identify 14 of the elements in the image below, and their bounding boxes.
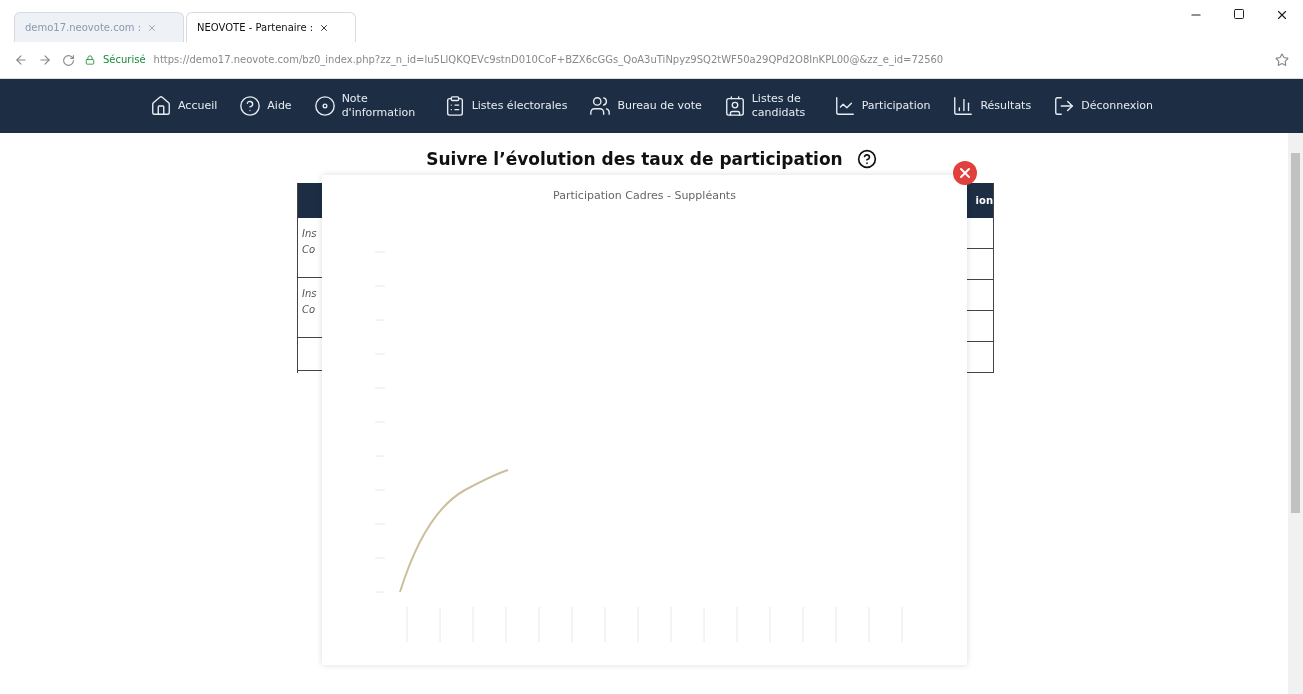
page-title: Suivre l’évolution des taux de participation (426, 149, 843, 169)
browser-tab[interactable]: NEOVOTE - Partenaire : (186, 12, 356, 42)
nav-link[interactable]: Résultats (952, 95, 1032, 117)
nav-link[interactable]: Listes électorales (443, 95, 568, 117)
chart-title: Participation Cadres - Suppléants (553, 189, 736, 202)
nav-link[interactable]: Listes de candidats (723, 91, 812, 121)
nav-link[interactable]: Note d'information (313, 91, 422, 121)
nav-link[interactable]: Accueil (150, 95, 218, 117)
address-field[interactable]: https://demo17.neovote.com/bz0_index.php?zz_n_id=lu5LlQKQEVc9stnD010CoF+BZX6cGGs_QoA3uTiNpyz9SQ2tWF50a29QPd2O8InKPL00@&zz_e_id=72560 (153, 53, 944, 67)
nav-link[interactable]: Déconnexion (1053, 95, 1153, 117)
security-label: Sécurisé (103, 53, 146, 67)
nav-link[interactable]: Aide (239, 95, 292, 117)
nav-link[interactable]: Bureau de vote (589, 95, 702, 117)
nav-link[interactable]: Participation (833, 95, 931, 117)
